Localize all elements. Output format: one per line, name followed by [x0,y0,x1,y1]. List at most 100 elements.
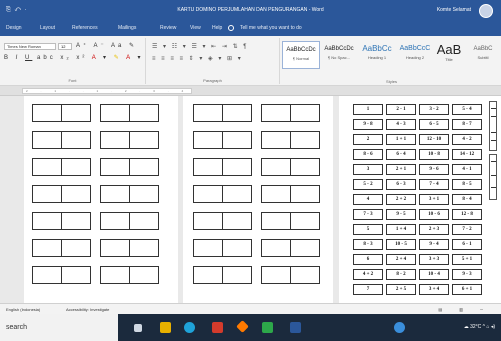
domino-card: 4 [353,194,383,205]
style-normal[interactable]: AaBbCcDc ¶ Normal [282,41,320,69]
tab-view[interactable]: View [190,25,201,31]
domino-card-text: 12 - 10 [426,137,442,142]
style-name: Heading 1 [367,55,387,60]
accessibility-checker[interactable]: Accessibility: Investigate [66,307,109,312]
domino-card-text: 1 + 4 [395,227,407,232]
font-format-buttons[interactable]: B I U abc x₂ x² A ▾ ✎ A ▾ [4,54,143,61]
domino-card-text: 6 - 1 [462,242,472,247]
tab-references[interactable]: References [72,25,98,31]
domino-card-text: 5 - 4 [462,107,472,112]
horizontal-ruler[interactable]: 2 · 1 · · 1 · 2 · 3 · 4 · 5 · 6 · 7 · 8 … [0,86,501,96]
view-mode-buttons[interactable]: ▤ ▥ ─ [438,307,491,312]
empty-card-cell [261,212,291,230]
title-bar: ⎘ ↶ · KARTU DOMINO PERJUMLAHAN DAN PENGU… [0,0,501,22]
empty-card-cell [261,239,291,257]
empty-card-cell [261,185,291,203]
page-3[interactable]: 1 2 - 1 3 - 2 5 - 4 9 - 8 4 - 3 6 - 5 8 - 7 2 1 +… [339,96,501,303]
empty-card-cell [100,131,130,149]
empty-card-cell [32,185,62,203]
task-view-icon[interactable] [134,324,142,332]
domino-card: 4 - 1 [452,164,482,175]
styles-gallery: AaBbCcDc ¶ Normal AaBbCcDc ¶ No Spac... … [282,39,501,84]
system-tray: ☁ 32°C ^ ⌂ ◂) [464,324,495,330]
ruler-scale: 2 · 1 · · 1 · 2 · 3 · 4 · 5 · 6 · 7 · 8 … [22,88,192,94]
domino-card: 7 - 4 [419,179,449,190]
domino-card-text: 9 - 5 [396,212,406,217]
domino-card-text: 5 - 2 [363,182,373,187]
style-heading-1[interactable]: AaBbCc Heading 1 [358,41,396,69]
tell-me-search[interactable]: Tell me what you want to do [240,25,302,31]
font-name-select[interactable]: Times New Roman [4,43,56,50]
empty-card-cell [193,158,223,176]
domino-card-text: 6 - 5 [429,122,439,127]
domino-card-text: 12 - 8 [461,212,473,217]
domino-card: 14 - 12 [452,149,482,160]
empty-card-cell [193,239,223,257]
tab-help[interactable]: Help [212,25,222,31]
empty-card-cell [100,266,130,284]
domino-card: 12 - 8 [452,209,482,220]
ribbon-tabs: Design Layout References Mailings Review… [0,22,501,36]
side-card-strip [489,101,497,151]
style-sample: AaBbCcDc [286,47,316,53]
style-title[interactable]: AaB Title [434,41,464,69]
domino-card-text: 3 + 3 [428,257,440,262]
language-indicator[interactable]: English (Indonesia) [6,307,40,312]
tab-design[interactable]: Design [6,25,22,31]
empty-card-cell [222,239,252,257]
domino-card: 6 - 3 [386,179,416,190]
file-explorer-icon[interactable] [160,322,171,333]
taskbar-search[interactable]: search [0,314,118,341]
avatar[interactable] [479,4,493,18]
font-size-select[interactable]: 12 [58,43,72,50]
app-icon[interactable] [262,322,273,333]
app-icon[interactable] [236,320,249,333]
domino-card-text: 5 [366,227,370,232]
list-buttons[interactable]: ☰ ▾ ☷ ▾ ☰ ▾ ⇤ ⇥ ⇅ ¶ [152,43,248,50]
style-name: Title [445,57,453,62]
empty-card-cell [129,239,159,257]
empty-card-cell [193,266,223,284]
domino-card: 9 - 6 [419,164,449,175]
domino-card-text: 3 + 4 [428,287,440,292]
empty-card-cell [290,266,320,284]
domino-card: 2 + 1 [386,164,416,175]
alignment-buttons[interactable]: ≡ ≡ ≡ ≡ ⇕ ▾ ◈ ▾ ⊞ ▾ [152,55,243,62]
empty-card-cell [61,239,91,257]
tab-review[interactable]: Review [160,25,176,31]
domino-card-text: 8 - 6 [363,152,373,157]
domino-card: 3 - 2 [419,104,449,115]
domino-card: 7 - 2 [452,224,482,235]
weather-icon[interactable] [394,322,405,333]
app-icon[interactable] [212,322,223,333]
empty-card-cell [129,266,159,284]
style-subtitle[interactable]: AaBbC Subtitl [466,41,500,69]
domino-card: 7 - 3 [353,209,383,220]
empty-card-cell [261,131,291,149]
style-heading-2[interactable]: AaBbCcC Heading 2 [396,41,434,69]
style-no-spacing[interactable]: AaBbCcDc ¶ No Spac... [320,41,358,69]
temperature[interactable]: 32°C [470,324,481,330]
domino-card: 1 [353,104,383,115]
empty-card-cell [32,131,62,149]
domino-card: 3 + 3 [419,254,449,265]
empty-card-cell [32,212,62,230]
domino-card: 4 - 3 [386,119,416,130]
page-2[interactable] [183,96,333,303]
edge-icon[interactable] [184,322,195,333]
empty-card-cell [32,239,62,257]
domino-card: 8 - 7 [452,119,482,130]
style-name: Subtitl [477,55,489,60]
grow-shrink-font-icons[interactable]: A⁺ A⁻ Aa ✎ [76,42,137,49]
domino-card-text: 1 [366,107,370,112]
word-icon[interactable] [290,322,301,333]
domino-card-text: 4 - 2 [462,137,472,142]
tab-layout[interactable]: Layout [40,25,55,31]
tray-icons[interactable]: ^ ⌂ ◂) [483,324,495,330]
empty-card-cell [100,239,130,257]
domino-card: 8 - 2 [386,269,416,280]
tab-mailings[interactable]: Mailings [118,25,136,31]
style-sample: AaBbCcC [399,45,431,52]
user-name[interactable]: Komte Selamat [437,7,471,13]
page-1[interactable] [24,96,178,303]
